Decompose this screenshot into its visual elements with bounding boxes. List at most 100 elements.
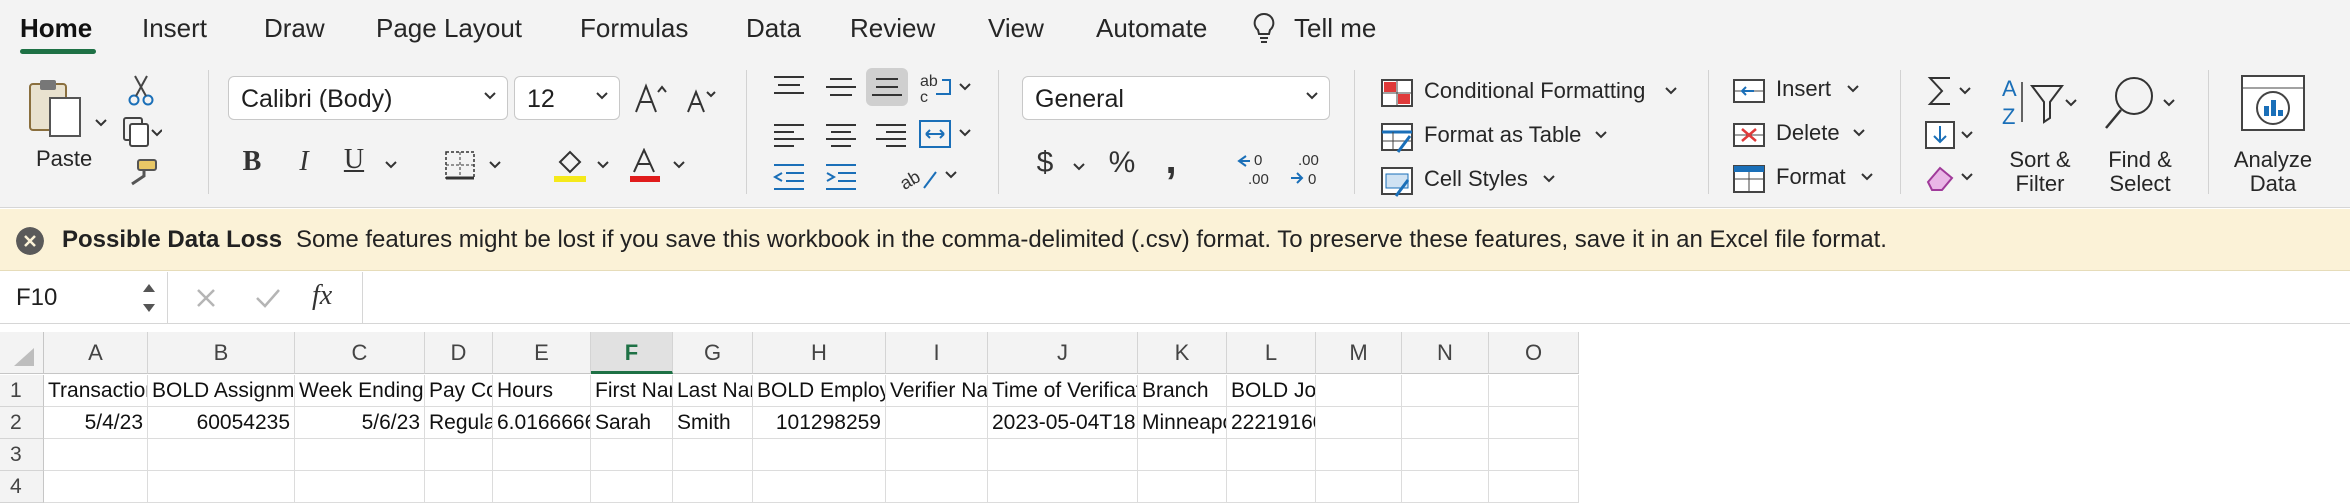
align-left-icon[interactable] [772, 122, 806, 148]
delete-cells-icon[interactable] [1732, 120, 1766, 150]
italic-button[interactable]: I [294, 146, 314, 178]
tab-view[interactable]: View [988, 13, 1044, 44]
cell-l1[interactable]: BOLD Job ID [1227, 375, 1316, 407]
delete-cells-label[interactable]: Delete [1776, 120, 1840, 146]
cell-k3[interactable] [1138, 439, 1227, 471]
font-color-icon[interactable] [628, 148, 662, 182]
analyze-data-label-line2[interactable]: Data [2230, 172, 2316, 196]
column-header-m[interactable]: M [1316, 332, 1402, 374]
cell-g2[interactable]: Smith [673, 407, 753, 439]
cell-m1[interactable] [1316, 375, 1402, 407]
cell-l2[interactable]: 22219160 [1227, 407, 1316, 439]
column-header-g[interactable]: G [673, 332, 753, 374]
insert-cells-chevron-icon[interactable] [1846, 84, 1860, 94]
name-box[interactable]: F10 [0, 272, 168, 324]
format-cells-chevron-icon[interactable] [1860, 172, 1874, 182]
cell-k2[interactable]: Minneapolis [1138, 407, 1227, 439]
column-header-j[interactable]: J [988, 332, 1138, 374]
column-header-c[interactable]: C [295, 332, 425, 374]
tab-insert[interactable]: Insert [142, 13, 207, 44]
column-header-e[interactable]: E [493, 332, 591, 374]
cell-o2[interactable] [1489, 407, 1579, 439]
row-header-2[interactable]: 2 [0, 407, 44, 439]
autosum-icon[interactable] [1926, 74, 1978, 108]
cell-m2[interactable] [1316, 407, 1402, 439]
format-as-table-icon[interactable] [1380, 122, 1414, 154]
text-orientation-icon[interactable]: ab [898, 158, 960, 192]
tab-home[interactable]: Home [20, 13, 92, 44]
cancel-entry-icon[interactable] [194, 286, 218, 310]
column-header-l[interactable]: L [1227, 332, 1316, 374]
find-magnifier-icon[interactable] [2100, 74, 2182, 132]
select-all-corner[interactable] [0, 332, 44, 374]
tab-tell-me[interactable]: Tell me [1294, 13, 1376, 44]
decrease-decimal-icon[interactable]: .00 0 [1288, 148, 1332, 188]
confirm-entry-check-icon[interactable] [254, 286, 282, 310]
wrap-text-icon[interactable]: abc [920, 72, 972, 104]
cell-i1[interactable]: Verifier Name [886, 375, 988, 407]
conditional-formatting-chevron-icon[interactable] [1664, 86, 1678, 96]
cell-l3[interactable] [1227, 439, 1316, 471]
decrease-font-size-icon[interactable] [686, 86, 716, 114]
insert-cells-label[interactable]: Insert [1776, 76, 1831, 102]
analyze-data-icon[interactable] [2238, 72, 2308, 134]
cell-e3[interactable] [493, 439, 591, 471]
find-select-label-line1[interactable]: Find & [2102, 148, 2178, 172]
column-header-b[interactable]: B [148, 332, 295, 374]
bold-button[interactable]: B [242, 146, 262, 178]
cell-k4[interactable] [1138, 471, 1227, 503]
borders-icon[interactable] [444, 150, 478, 180]
analyze-data-label-line1[interactable]: Analyze [2230, 148, 2316, 172]
decrease-indent-icon[interactable] [772, 162, 806, 190]
fill-color-icon[interactable] [552, 148, 588, 182]
cell-h2[interactable]: 101298259 [753, 407, 886, 439]
fill-color-chevron-icon[interactable] [596, 160, 610, 170]
column-header-h[interactable]: H [753, 332, 886, 374]
cell-f1[interactable]: First Name [591, 375, 673, 407]
find-select-label-line2[interactable]: Select [2102, 172, 2178, 196]
cell-c3[interactable] [295, 439, 425, 471]
cell-h3[interactable] [753, 439, 886, 471]
cell-m4[interactable] [1316, 471, 1402, 503]
cell-h4[interactable] [753, 471, 886, 503]
borders-chevron-icon[interactable] [488, 160, 502, 170]
cell-d3[interactable] [425, 439, 493, 471]
cell-a3[interactable] [44, 439, 148, 471]
format-as-table-label[interactable]: Format as Table [1424, 122, 1581, 148]
align-center-icon[interactable] [824, 122, 858, 148]
cell-d2[interactable]: Regular [425, 407, 493, 439]
tab-page-layout[interactable]: Page Layout [376, 13, 522, 44]
cell-n4[interactable] [1402, 471, 1489, 503]
increase-font-size-icon[interactable] [634, 82, 668, 114]
cell-d4[interactable] [425, 471, 493, 503]
font-size-dropdown[interactable]: 12 [514, 76, 620, 120]
align-bottom-button[interactable] [866, 68, 908, 106]
merge-center-icon[interactable] [918, 118, 972, 150]
delete-cells-chevron-icon[interactable] [1852, 128, 1866, 138]
cell-g4[interactable] [673, 471, 753, 503]
cell-a2[interactable]: 5/4/23 [44, 407, 148, 439]
cut-scissors-icon[interactable] [128, 74, 154, 106]
percent-style-button[interactable]: % [1104, 146, 1140, 180]
cell-l4[interactable] [1227, 471, 1316, 503]
cell-f2[interactable]: Sarah [591, 407, 673, 439]
clear-eraser-icon[interactable] [1924, 160, 1980, 194]
format-as-table-chevron-icon[interactable] [1594, 130, 1608, 140]
tab-draw[interactable]: Draw [264, 13, 325, 44]
sort-filter-label-line2[interactable]: Filter [2002, 172, 2078, 196]
cell-i2[interactable] [886, 407, 988, 439]
tab-automate[interactable]: Automate [1096, 13, 1207, 44]
sort-filter-label-line1[interactable]: Sort & [2002, 148, 2078, 172]
copy-icon[interactable] [120, 116, 162, 148]
sort-filter-icon[interactable]: AZ [2000, 74, 2082, 132]
insert-function-fx-icon[interactable]: fx [312, 280, 332, 312]
column-header-n[interactable]: N [1402, 332, 1489, 374]
conditional-formatting-label[interactable]: Conditional Formatting [1424, 78, 1645, 104]
underline-button[interactable]: U [342, 144, 366, 176]
cell-a1[interactable]: Transaction Date [44, 375, 148, 407]
cell-i4[interactable] [886, 471, 988, 503]
paste-dropdown-chevron-icon[interactable] [94, 118, 108, 128]
underline-options-chevron-icon[interactable] [384, 160, 398, 170]
tab-data[interactable]: Data [746, 13, 801, 44]
cell-b3[interactable] [148, 439, 295, 471]
